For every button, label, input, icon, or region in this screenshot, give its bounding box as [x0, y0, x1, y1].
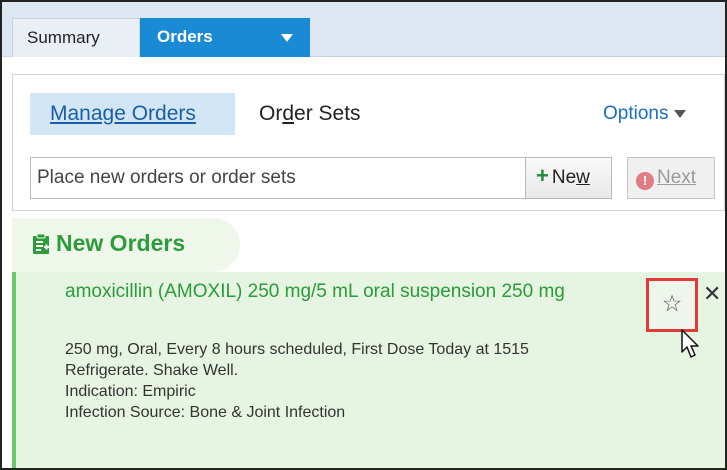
- alert-icon: !: [636, 172, 654, 190]
- mouse-pointer-icon: [681, 329, 699, 358]
- chevron-down-icon: [674, 109, 687, 118]
- chevron-down-icon[interactable]: [281, 34, 293, 42]
- new-orders-header: New Orders: [12, 218, 240, 272]
- order-sets-label-access-key: d: [282, 102, 295, 125]
- tab-summary-label: Summary: [27, 28, 100, 47]
- clipboard-icon: [33, 233, 49, 254]
- order-detail-line: Infection Source: Bone & Joint Infection: [65, 404, 346, 421]
- favorite-star-button[interactable]: ☆: [646, 278, 698, 332]
- new-orders-section: New Orders amoxicillin (AMOXIL) 250 mg/5…: [12, 218, 725, 468]
- new-label-start: Ne: [551, 167, 577, 188]
- options-label: Options: [603, 103, 669, 124]
- close-icon[interactable]: ✕: [703, 281, 721, 307]
- manage-orders-label: Manage Orders: [50, 102, 196, 125]
- order-search-input[interactable]: [30, 157, 527, 199]
- new-order-button[interactable]: + New: [525, 157, 612, 199]
- tab-summary[interactable]: Summary: [12, 18, 140, 57]
- tab-orders-label: Orders: [157, 27, 213, 46]
- orders-window: Summary Orders Manage Orders Order Sets …: [0, 0, 727, 470]
- order-sets-label-end: er Sets: [294, 102, 361, 125]
- order-detail-line: Refrigerate. Shake Well.: [65, 362, 239, 379]
- options-menu-button[interactable]: Options: [603, 103, 687, 125]
- star-icon: ☆: [661, 290, 683, 316]
- order-name[interactable]: amoxicillin (AMOXIL) 250 mg/5 mL oral su…: [65, 278, 625, 305]
- order-sets-button[interactable]: Order Sets: [259, 102, 361, 126]
- order-detail-line: Indication: Empiric: [65, 383, 196, 400]
- next-button[interactable]: ! Next: [627, 157, 715, 199]
- new-orders-title: New Orders: [56, 230, 186, 256]
- activity-tab-bar: Summary Orders: [2, 2, 725, 57]
- tab-orders[interactable]: Orders: [140, 18, 310, 57]
- plus-icon: +: [536, 163, 549, 188]
- order-sets-label-start: Or: [259, 102, 283, 125]
- order-details: 250 mg, Oral, Every 8 hours scheduled, F…: [65, 339, 605, 423]
- order-item[interactable]: amoxicillin (AMOXIL) 250 mg/5 mL oral su…: [16, 272, 725, 468]
- new-label-access-key: w: [576, 167, 590, 188]
- manage-orders-panel: Manage Orders Order Sets Options +New !N…: [12, 74, 725, 211]
- next-label: Next: [657, 167, 697, 188]
- manage-orders-button[interactable]: Manage Orders: [30, 93, 235, 135]
- order-detail-line: 250 mg, Oral, Every 8 hours scheduled, F…: [65, 341, 529, 358]
